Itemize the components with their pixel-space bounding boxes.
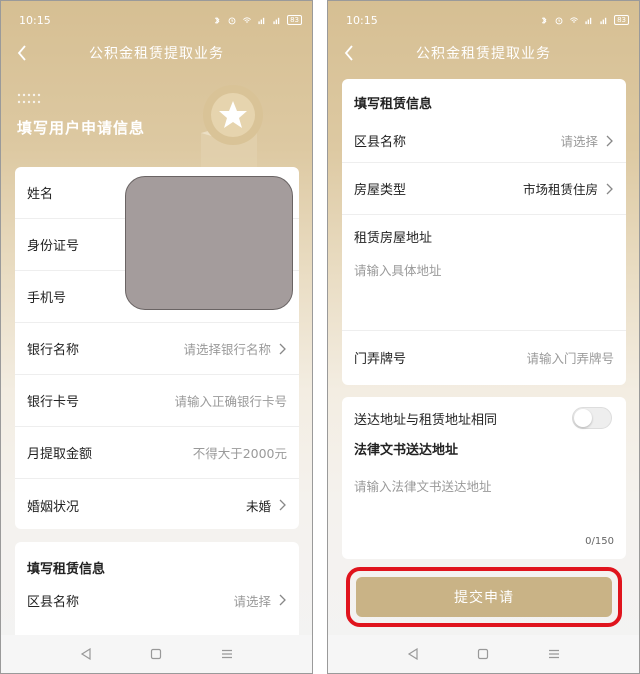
form-label: 区县名称 (354, 135, 407, 150)
rent-info-card: 填写租赁信息 区县名称 请选择 房屋类型 市场租赁住房 租赁房屋地址 请输入具体… (342, 79, 626, 385)
bluetooth-icon (541, 16, 547, 24)
district-select[interactable]: 请选择 (233, 591, 287, 610)
signal-icon-2 (273, 17, 280, 24)
system-nav-bar (1, 635, 312, 673)
page-title: 公积金租赁提取业务 (416, 46, 551, 62)
signal-icon (585, 17, 592, 24)
bank-name-placeholder: 请选择银行名称 (183, 342, 271, 357)
battery-indicator: 83 (614, 15, 629, 25)
address-label: 租赁房屋地址 (354, 231, 433, 246)
nav-bar: 公积金租赁提取业务 (328, 39, 639, 67)
hero-title: 填写用户申请信息 (17, 119, 146, 137)
form-row-marital-status[interactable]: 婚姻状况 未婚 (15, 479, 299, 531)
char-counter: 0/150 (585, 536, 614, 547)
nav-back-triangle-icon[interactable] (79, 647, 93, 661)
submit-button[interactable]: 提交申请 (356, 577, 612, 617)
bank-card-input[interactable]: 请输入正确银行卡号 (174, 391, 287, 410)
chevron-right-icon (279, 343, 286, 354)
signal-icon (258, 17, 265, 24)
bank-name-select[interactable]: 请选择银行名称 (183, 339, 287, 358)
nav-menu-lines-icon[interactable] (220, 647, 234, 661)
same-address-label: 送达地址与租赁地址相同 (354, 413, 498, 428)
alarm-icon (228, 17, 236, 24)
house-type-select[interactable]: 市场租赁住房 (523, 179, 614, 198)
nav-home-square-icon[interactable] (149, 647, 163, 661)
section-title: 填写租赁信息 (27, 561, 106, 577)
form-row-district[interactable]: 区县名称 请选择 (15, 584, 299, 616)
system-nav-bar (328, 635, 639, 673)
address-block: 租赁房屋地址 请输入具体地址 (342, 215, 626, 331)
door-number-input[interactable]: 请输入门弄牌号 (526, 348, 614, 367)
same-address-row: 送达地址与租赁地址相同 (342, 397, 626, 435)
form-row-bank-card[interactable]: 银行卡号 请输入正确银行卡号 (15, 375, 299, 427)
district-placeholder: 请选择 (560, 134, 598, 149)
nav-bar: 公积金租赁提取业务 (1, 39, 312, 67)
rent-section-header: 填写租赁信息 (15, 542, 299, 584)
bluetooth-icon (214, 16, 220, 24)
nav-back-triangle-icon[interactable] (406, 647, 420, 661)
section-title: 填写租赁信息 (354, 96, 433, 112)
decorative-dots-icon (17, 93, 41, 104)
battery-indicator: 83 (287, 15, 302, 25)
submit-highlight-frame: 提交申请 (346, 567, 622, 627)
chevron-right-icon (606, 183, 613, 194)
privacy-mask (125, 176, 293, 310)
form-label: 月提取金额 (27, 447, 93, 462)
status-bar: 10:15 83 (1, 1, 312, 39)
nav-menu-lines-icon[interactable] (547, 647, 561, 661)
status-bar: 10:15 83 (328, 1, 639, 39)
form-label: 区县名称 (27, 594, 80, 610)
toggle-knob (574, 409, 592, 427)
status-time: 10:15 (346, 13, 378, 27)
district-placeholder: 请选择 (233, 593, 271, 609)
form-row-house-type[interactable]: 房屋类型 市场租赁住房 (342, 163, 626, 215)
back-arrow-icon[interactable] (338, 41, 362, 65)
form-label: 身份证号 (27, 239, 80, 254)
form-label: 姓名 (27, 187, 54, 202)
back-arrow-icon[interactable] (11, 41, 35, 65)
rent-info-card: 填写租赁信息 区县名称 请选择 (15, 542, 299, 642)
district-select[interactable]: 请选择 (560, 131, 614, 150)
legal-address-textarea[interactable]: 请输入法律文书送达地址 (342, 458, 626, 518)
form-label: 婚姻状况 (27, 499, 80, 515)
status-icons: 83 (212, 15, 302, 25)
chevron-right-icon (606, 135, 613, 146)
phone-screen-left: 10:15 83 公积金租赁提取业务 填写用户申请信息 姓名 身份证号 手机号 … (0, 0, 313, 674)
form-row-district[interactable]: 区县名称 请选择 (342, 119, 626, 163)
form-row-bank-name[interactable]: 银行名称 请选择银行名称 (15, 323, 299, 375)
rent-section-header: 填写租赁信息 (342, 79, 626, 119)
address-textarea[interactable]: 请输入具体地址 (354, 260, 614, 320)
signal-icon-2 (600, 17, 607, 24)
form-label: 房屋类型 (354, 183, 407, 198)
form-label: 手机号 (27, 291, 67, 306)
form-label: 门弄牌号 (354, 351, 407, 367)
chevron-right-icon (279, 499, 286, 511)
form-label: 银行名称 (27, 343, 80, 358)
form-row-door-number[interactable]: 门弄牌号 请输入门弄牌号 (342, 331, 626, 383)
phone-screen-right: 10:15 83 公积金租赁提取业务 填写租赁信息 区县名称 请选择 房屋类型 (327, 0, 640, 674)
house-type-value: 市场租赁住房 (522, 182, 598, 197)
alarm-icon (555, 17, 563, 24)
nav-home-square-icon[interactable] (476, 647, 490, 661)
status-icons: 83 (539, 15, 629, 25)
legal-address-label: 法律文书送达地址 (354, 443, 459, 458)
wifi-icon (243, 16, 251, 23)
status-time: 10:15 (19, 13, 51, 27)
star-medal-icon (201, 85, 263, 167)
same-address-toggle[interactable] (572, 407, 612, 429)
marital-status-select[interactable]: 未婚 (246, 496, 287, 515)
page-title: 公积金租赁提取业务 (89, 46, 224, 62)
wifi-icon (570, 16, 578, 23)
monthly-amount-input[interactable]: 不得大于2000元 (193, 443, 287, 462)
marital-status-value: 未婚 (245, 498, 271, 514)
chevron-right-icon (279, 594, 286, 606)
delivery-card: 送达地址与租赁地址相同 法律文书送达地址 请输入法律文书送达地址 0/150 (342, 397, 626, 559)
form-row-monthly-amount[interactable]: 月提取金额 不得大于2000元 (15, 427, 299, 479)
form-label: 银行卡号 (27, 395, 80, 410)
